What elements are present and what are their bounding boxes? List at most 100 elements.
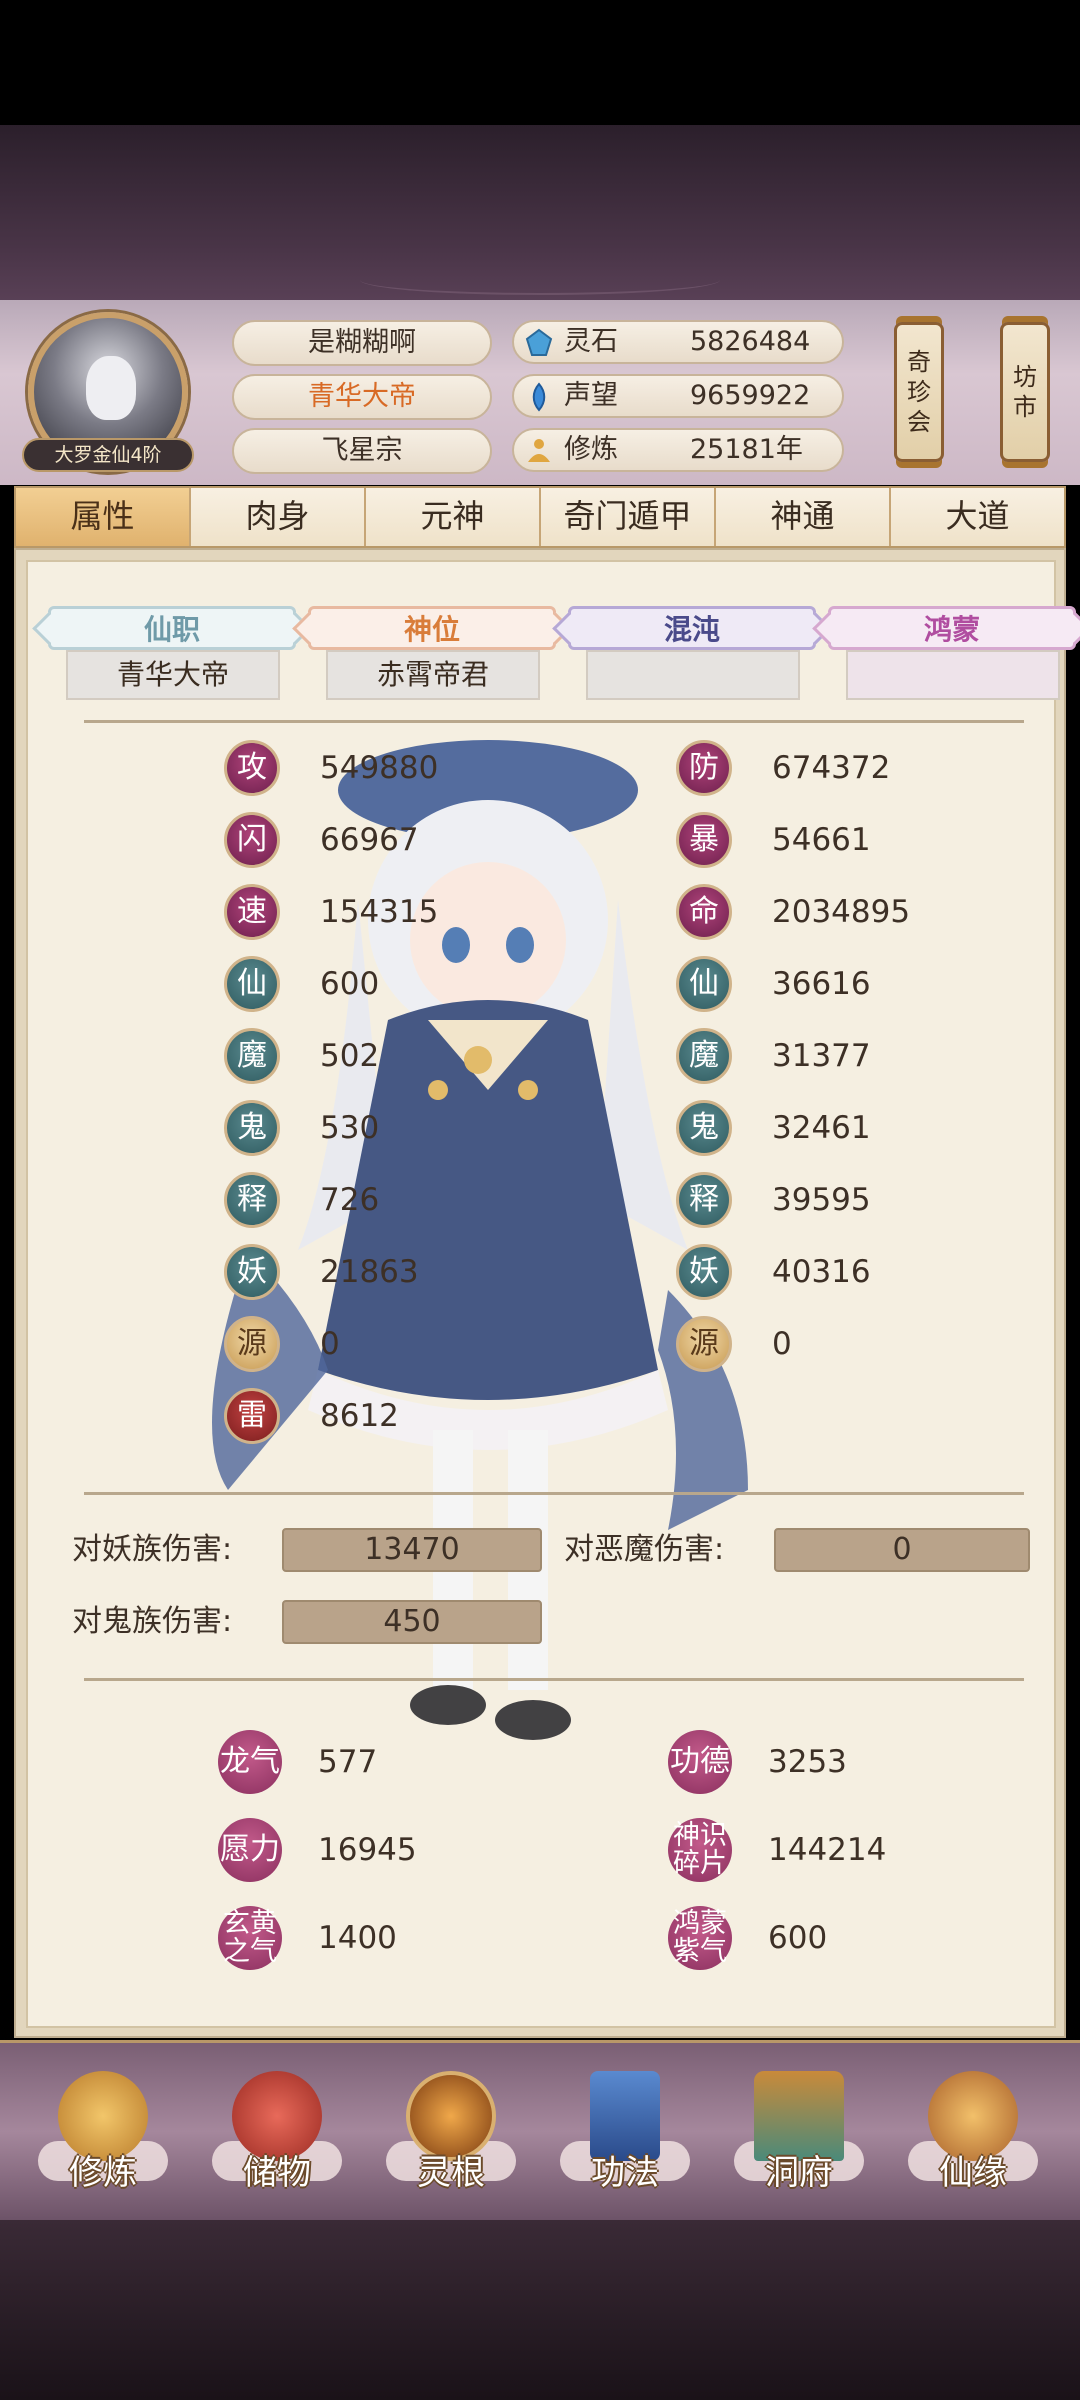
immortal-defense-icon: 仙	[676, 956, 732, 1012]
stat-thunder: 雷 8612	[224, 1388, 484, 1444]
bottom-navigation: 修炼 储物 灵根 功法 洞府 仙缘	[0, 2040, 1080, 2220]
stat-value: 36616	[772, 966, 871, 1002]
nav-label: 仙缘	[939, 2153, 1007, 2193]
tab-soul[interactable]: 元神	[366, 488, 541, 546]
player-name: 是糊糊啊	[232, 320, 492, 366]
tab-attributes[interactable]: 属性	[16, 488, 191, 546]
tab-body[interactable]: 肉身	[191, 488, 366, 546]
stat-life: 命 2034895	[676, 884, 976, 940]
resource-reputation: 声望 9659922	[512, 374, 844, 418]
nav-cave-abode[interactable]: 洞府	[734, 2071, 864, 2211]
market-button[interactable]: 坊 市	[1000, 322, 1050, 462]
resource-value: 5826484	[690, 326, 811, 357]
resource-label: 修炼	[564, 434, 618, 465]
stat-value: 154315	[320, 894, 439, 930]
top-decoration	[0, 125, 1080, 305]
stat-demon-attack: 魔 502	[224, 1028, 484, 1084]
stat-value: 32461	[772, 1110, 871, 1146]
dragon-qi-icon: 龙气	[218, 1730, 282, 1794]
nav-label: 储物	[243, 2153, 311, 2193]
attack-icon: 攻	[224, 740, 280, 796]
defense-icon: 防	[676, 740, 732, 796]
scroll-char: 珍	[907, 378, 931, 406]
immortal-fate-icon	[928, 2071, 1018, 2161]
extra-icon-text: 神识	[673, 1820, 727, 1851]
spirit-root-icon	[406, 2071, 496, 2161]
nav-cultivate[interactable]: 修炼	[38, 2071, 168, 2211]
yao-attack-icon: 妖	[224, 1244, 280, 1300]
category-hongmeng[interactable]: 鸿蒙	[828, 606, 1076, 650]
merit-value: 3253	[768, 1744, 847, 1780]
nav-spirit-root[interactable]: 灵根	[386, 2071, 516, 2211]
stat-ghost-attack: 鬼 530	[224, 1100, 484, 1156]
player-title[interactable]: 青华大帝	[232, 374, 492, 420]
player-sect[interactable]: 飞星宗	[232, 428, 492, 474]
xuanhuang-qi-icon: 玄黄 之气	[218, 1906, 282, 1970]
nav-label: 洞府	[765, 2153, 833, 2193]
stat-immortal-defense: 仙 36616	[676, 956, 976, 1012]
attributes-panel-inner: 仙职 青华大帝 神位 赤霄帝君 混沌 鸿蒙 攻 549880 闪 66967 速…	[26, 560, 1076, 2028]
resource-value: 25181年	[690, 434, 803, 465]
category-immortal-post[interactable]: 仙职	[48, 606, 296, 650]
scroll-char: 会	[907, 408, 931, 436]
xuanhuang-qi-value: 1400	[318, 1920, 397, 1956]
ghost-defense-icon: 鬼	[676, 1100, 732, 1156]
extra-icon-text: 玄黄	[223, 1908, 277, 1939]
treasure-pavilion-button[interactable]: 奇 珍 会	[894, 322, 944, 462]
category-chaos-value	[586, 650, 800, 700]
category-chaos[interactable]: 混沌	[568, 606, 816, 650]
main-tabs: 属性 肉身 元神 奇门遁甲 神通 大道	[14, 486, 1066, 548]
reputation-icon	[522, 380, 556, 414]
nav-technique[interactable]: 功法	[560, 2071, 690, 2211]
stat-ghost-defense: 鬼 32461	[676, 1100, 976, 1156]
vow-power-value: 16945	[318, 1832, 417, 1868]
tab-powers[interactable]: 神通	[716, 488, 891, 546]
merit-icon: 功德	[668, 1730, 732, 1794]
stat-value: 2034895	[772, 894, 911, 930]
extra-icon-text: 功德	[670, 1744, 730, 1779]
stat-buddha-attack: 释 726	[224, 1172, 484, 1228]
stat-value: 54661	[772, 822, 871, 858]
spirit-stone-icon	[522, 326, 556, 360]
extra-icon-text: 紫气	[673, 1936, 727, 1967]
hongmeng-purple-qi-icon: 鸿蒙 紫气	[668, 1906, 732, 1970]
stat-value: 530	[320, 1110, 380, 1146]
cultivation-icon	[522, 434, 556, 468]
thunder-icon: 雷	[224, 1388, 280, 1444]
cave-abode-icon	[754, 2071, 844, 2161]
divider	[84, 1678, 1024, 1681]
resource-cultivation: 修炼 25181年	[512, 428, 844, 472]
stat-value: 31377	[772, 1038, 871, 1074]
stat-origin-defense: 源 0	[676, 1316, 976, 1372]
nav-storage[interactable]: 储物	[212, 2071, 342, 2211]
stat-value: 549880	[320, 750, 439, 786]
damage-value-ghost: 450	[282, 1600, 542, 1644]
stat-value: 66967	[320, 822, 419, 858]
immortal-attack-icon: 仙	[224, 956, 280, 1012]
damage-label-yao: 对妖族伤害:	[72, 1532, 233, 1567]
resource-spirit-stone: 灵石 5826484	[512, 320, 844, 364]
tab-dao[interactable]: 大道	[891, 488, 1064, 546]
demon-defense-icon: 魔	[676, 1028, 732, 1084]
origin-defense-icon: 源	[676, 1316, 732, 1372]
resource-label: 声望	[564, 380, 618, 411]
category-divine-position[interactable]: 神位	[308, 606, 556, 650]
tab-qimen[interactable]: 奇门遁甲	[541, 488, 716, 546]
vow-power-icon: 愿力	[218, 1818, 282, 1882]
stat-buddha-defense: 释 39595	[676, 1172, 976, 1228]
dragon-qi-value: 577	[318, 1744, 378, 1780]
stat-value: 0	[320, 1326, 340, 1362]
stat-value: 39595	[772, 1182, 871, 1218]
status-bar-area	[0, 0, 1080, 125]
nav-immortal-fate[interactable]: 仙缘	[908, 2071, 1038, 2211]
bottom-decoration	[0, 2220, 1080, 2400]
life-icon: 命	[676, 884, 732, 940]
stat-dodge: 闪 66967	[224, 812, 484, 868]
scroll-char: 奇	[907, 348, 931, 376]
damage-label-demon: 对恶魔伤害:	[564, 1532, 725, 1567]
demon-attack-icon: 魔	[224, 1028, 280, 1084]
stat-attack: 攻 549880	[224, 740, 484, 796]
damage-value-demon: 0	[774, 1528, 1030, 1572]
stat-defense: 防 674372	[676, 740, 976, 796]
stat-value: 0	[772, 1326, 792, 1362]
